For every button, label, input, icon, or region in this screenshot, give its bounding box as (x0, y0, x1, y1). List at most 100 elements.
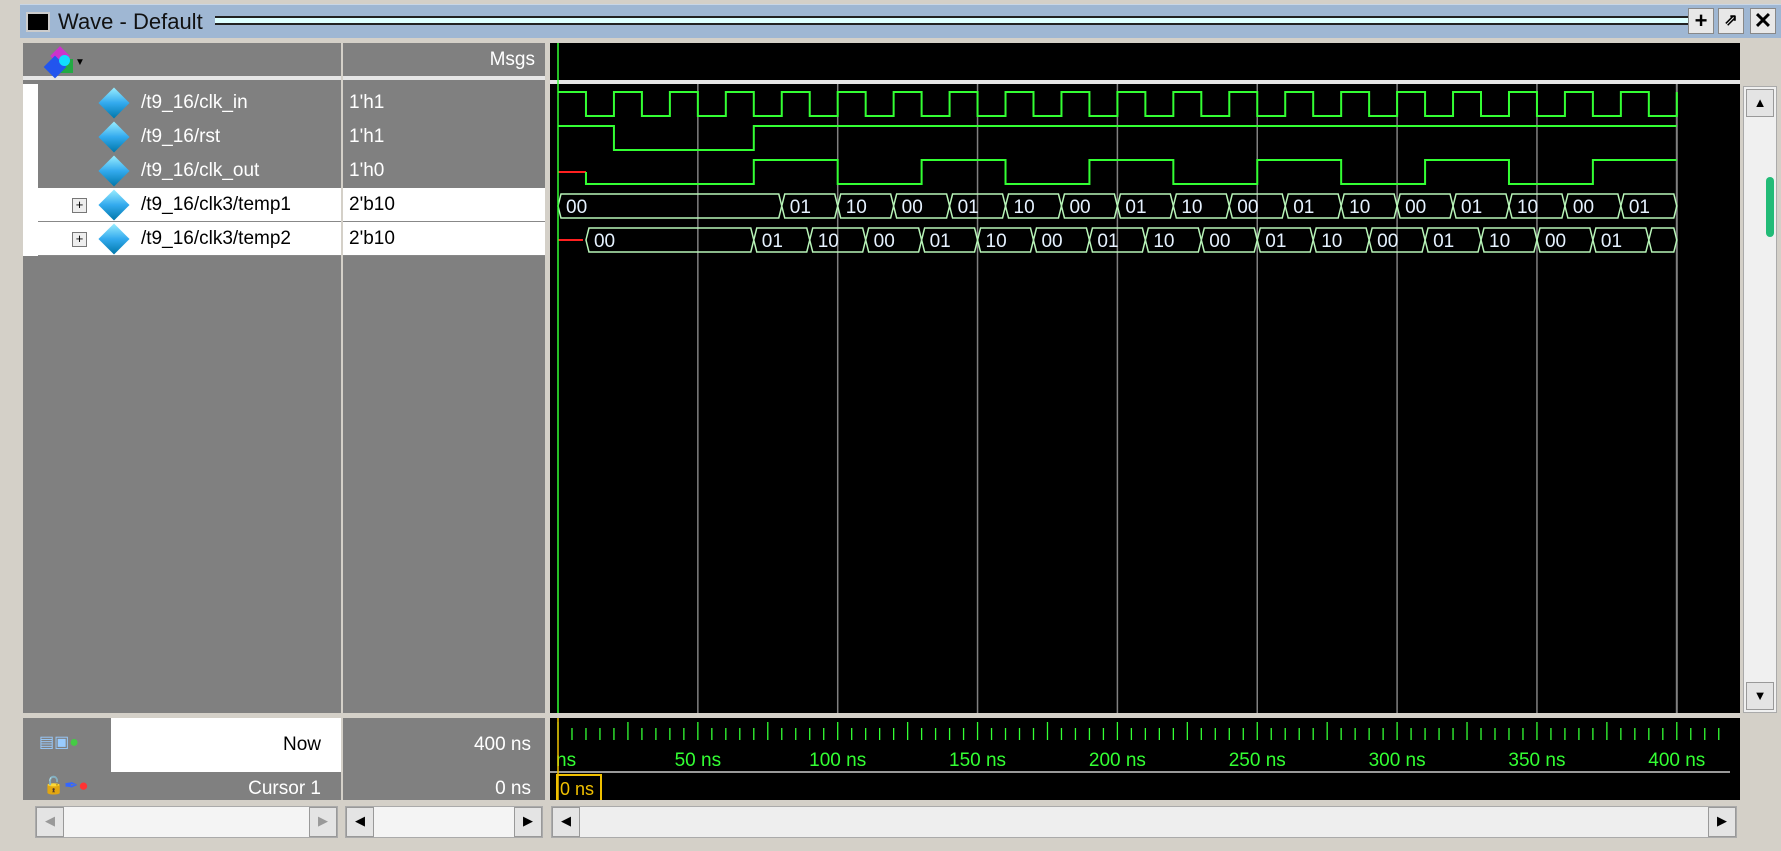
signal-name: /t9_16/clk_out (141, 160, 260, 181)
dock-button[interactable]: + (1688, 8, 1714, 34)
bus-value-label: 00 (566, 197, 587, 218)
signal-value: 1'h1 (349, 126, 385, 147)
scroll-left-button[interactable]: ◀ (552, 807, 580, 837)
cursor-marker-label: 0 ns (560, 779, 594, 799)
signal-name: /t9_16/clk3/temp2 (141, 228, 291, 249)
axis-tick-label: 100 ns (809, 750, 866, 771)
bus-value-label: 10 (846, 197, 867, 218)
msgs-label: Msgs (489, 49, 535, 70)
titlebar-grip[interactable] (215, 16, 1700, 25)
signal-row[interactable]: /t9_16/clk_out (38, 154, 341, 188)
name-hscroll[interactable]: ◀ ▶ (35, 806, 338, 838)
bus-value-label: 10 (1014, 197, 1035, 218)
signal-value: 2'b10 (343, 222, 545, 256)
dropdown-arrow-icon[interactable]: ▼ (75, 57, 85, 68)
axis-tick-label: 50 ns (675, 750, 721, 771)
scroll-thumb[interactable] (1766, 177, 1774, 237)
bus-value-label: 10 (986, 231, 1007, 252)
expand-icon[interactable]: + (72, 232, 87, 247)
cursor-value: 0 ns (495, 778, 531, 799)
scroll-right-button[interactable]: ▶ (309, 807, 337, 837)
axis-tick-label: 350 ns (1508, 750, 1565, 771)
header-separator (550, 80, 1740, 84)
now-value: 400 ns (473, 734, 531, 755)
scroll-left-button[interactable]: ◀ (36, 807, 64, 837)
bus-value-label: 01 (1461, 197, 1482, 218)
now-label: Now (282, 734, 321, 755)
msgs-header: Msgs (343, 43, 545, 80)
bus-value-label: 10 (1321, 231, 1342, 252)
now-cursor-names: ▤▣● Now 🔓✒● Cursor 1 (23, 718, 341, 800)
bus-value-label: 00 (902, 197, 923, 218)
signal-name: /t9_16/rst (141, 126, 221, 147)
bus-value-label: 00 (1237, 197, 1258, 218)
signal-row[interactable]: + /t9_16/clk3/temp2 (38, 222, 341, 256)
wave-window-icon (26, 12, 50, 32)
signal-row[interactable]: /t9_16/clk_in (38, 86, 341, 120)
waveform-canvas[interactable]: 00 01 10 00 01 10 00 01 10 00 01 10 00 01 10 00 01 00 01 10… (550, 43, 1740, 713)
signal-name: /t9_16/clk_in (141, 92, 248, 113)
axis-tick-label: 250 ns (1229, 750, 1286, 771)
window-title: Wave - Default (58, 9, 203, 34)
scroll-up-button[interactable]: ▲ (1746, 89, 1774, 117)
window-titlebar: Wave - Default + ⇗ ✕ (20, 4, 1781, 38)
wave-hscroll[interactable]: ◀ ▶ (551, 806, 1737, 838)
signal-waveform (584, 159, 1677, 185)
axis-tick-label: ns (556, 750, 576, 771)
scroll-right-button[interactable]: ▶ (1708, 807, 1736, 837)
bus-value-label: 10 (1349, 197, 1370, 218)
cursor-toolbar-icons[interactable]: 🔓✒● (43, 776, 89, 796)
time-axis-pane[interactable]: ns 50 ns 100 ns 150 ns 200 ns 250 ns 300 ns 350… (550, 718, 1740, 802)
bus-value-label: 10 (1181, 197, 1202, 218)
time-axis[interactable]: ns 50 ns 100 ns 150 ns 200 ns 250 ns 300 ns 350… (550, 718, 1740, 802)
axis-tick-label: 150 ns (949, 750, 1006, 771)
bus-value-label: 01 (1265, 231, 1286, 252)
bus-value-label: 01 (930, 231, 951, 252)
undock-button[interactable]: ⇗ (1718, 8, 1744, 34)
now-toolbar-icons[interactable]: ▤▣● (39, 732, 79, 752)
name-header: ▼ (23, 43, 341, 80)
signal-name-pane: ▼ /t9_16/clk_in/t9_16/rst/t9_16/clk_out +… (23, 43, 341, 713)
axis-tick-label: 300 ns (1369, 750, 1426, 771)
signal-value: 2'b10 (343, 188, 545, 222)
now-cursor-values: 400 ns 0 ns (343, 718, 545, 800)
bus-value-label: 00 (1545, 231, 1566, 252)
bus-value-label: 10 (1153, 231, 1174, 252)
signal-row[interactable]: + /t9_16/clk3/temp1 (38, 188, 341, 222)
signal-row[interactable]: /t9_16/rst (38, 120, 341, 154)
scroll-left-button[interactable]: ◀ (346, 807, 374, 837)
bus-value-label: 00 (1405, 197, 1426, 218)
signal-waveform (558, 91, 1678, 117)
bus-value-label: 10 (1517, 197, 1538, 218)
wave-pane[interactable]: 00 01 10 00 01 10 00 01 10 00 01 10 00 01 10 00 01 00 01 10… (550, 43, 1740, 713)
bus-value-label: 01 (958, 197, 979, 218)
expand-icon[interactable]: + (72, 198, 87, 213)
bus-value-label: 00 (1377, 231, 1398, 252)
signal-icon (98, 155, 130, 187)
signal-icon (98, 223, 130, 255)
bus-value-label: 01 (1433, 231, 1454, 252)
scroll-right-button[interactable]: ▶ (514, 807, 542, 837)
bus-segment (1648, 227, 1678, 253)
bus-value-label: 00 (1573, 197, 1594, 218)
signal-icon (98, 189, 130, 221)
bus-value-label: 01 (1293, 197, 1314, 218)
vertical-scrollbar[interactable]: ▲ ▼ (1743, 86, 1777, 713)
bus-value-label: 01 (790, 197, 811, 218)
axis-tick-label: 200 ns (1089, 750, 1146, 771)
bus-value-label: 01 (762, 231, 783, 252)
signal-value: 1'h1 (349, 92, 385, 113)
close-button[interactable]: ✕ (1750, 8, 1776, 34)
value-hscroll[interactable]: ◀ ▶ (345, 806, 543, 838)
signal-icon (98, 121, 130, 153)
signal-icon (98, 87, 130, 119)
bus-value-label: 01 (1097, 231, 1118, 252)
axis-tick-label: 400 ns (1648, 750, 1705, 771)
value-pane: Msgs 1'h1 1'h1 1'h0 2'b10 2'b10 (343, 43, 545, 713)
wave-add-icon[interactable] (43, 46, 73, 79)
bus-value-label: 10 (1489, 231, 1510, 252)
bus-value-label: 00 (1041, 231, 1062, 252)
scroll-down-button[interactable]: ▼ (1746, 682, 1774, 710)
cursor-label[interactable]: Cursor 1 (248, 778, 321, 800)
signal-name: /t9_16/clk3/temp1 (141, 194, 291, 215)
